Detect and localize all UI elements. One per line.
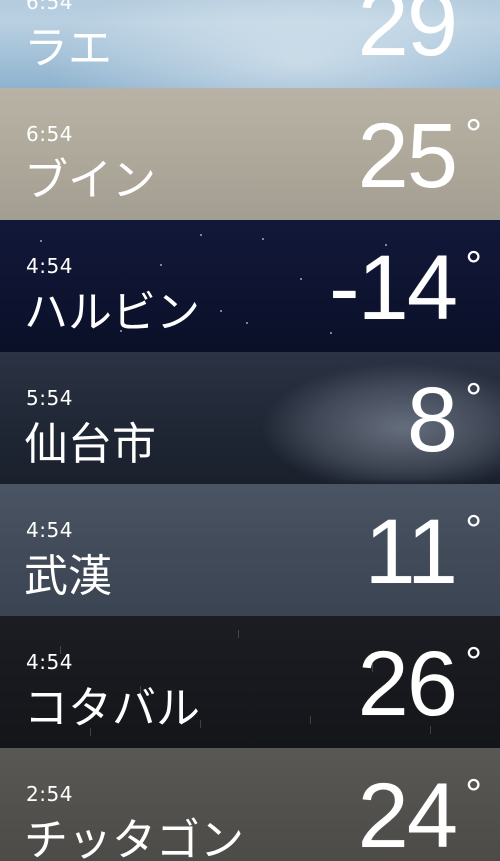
degree-symbol: °	[465, 0, 482, 25]
city-temperature: 24	[357, 765, 458, 861]
city-temperature: -14	[329, 237, 458, 339]
city-name: コタバル	[24, 683, 200, 734]
temperature-value: 25	[357, 105, 458, 207]
degree-symbol: °	[465, 110, 482, 157]
city-temperature: 25	[357, 105, 458, 207]
city-local-time: 4:54	[26, 650, 73, 674]
city-temperature: 8	[406, 369, 458, 471]
star-icon	[300, 278, 302, 280]
city-row-sendai[interactable]: 5:54 仙台市 8 °	[0, 352, 500, 484]
city-row-chittagong[interactable]: 2:54 チッタゴン 24 °	[0, 748, 500, 861]
temperature-value: 24	[357, 765, 458, 861]
city-name: ブイン	[24, 155, 156, 206]
city-local-time: 6:54	[26, 122, 73, 146]
city-local-time: 5:54	[26, 386, 73, 410]
city-name: ラエ	[24, 23, 112, 74]
city-local-time: 2:54	[26, 782, 73, 806]
weather-city-list[interactable]: 6:54 ラエ 29 ° 6:54 ブイン 25 ° 4:54 ハルビン -14…	[0, 0, 500, 861]
city-local-time: 4:54	[26, 254, 73, 278]
city-temperature: 29	[357, 0, 458, 75]
raindrop-icon	[238, 630, 239, 638]
city-local-time: 4:54	[26, 518, 73, 542]
star-icon	[160, 264, 162, 266]
city-row-lae[interactable]: 6:54 ラエ 29 °	[0, 0, 500, 88]
degree-symbol: °	[465, 242, 482, 289]
star-icon	[262, 238, 264, 240]
star-icon	[246, 322, 248, 324]
degree-symbol: °	[465, 638, 482, 685]
city-row-buin[interactable]: 6:54 ブイン 25 °	[0, 88, 500, 220]
raindrop-icon	[200, 720, 201, 728]
city-temperature: 26	[357, 633, 458, 735]
temperature-value: 26	[357, 633, 458, 735]
city-row-wuhan[interactable]: 4:54 武漢 11 °	[0, 484, 500, 616]
cloud-icon	[260, 362, 500, 482]
star-icon	[200, 234, 202, 236]
temperature-value: -14	[329, 237, 458, 339]
city-row-kota-bharu[interactable]: 4:54 コタバル 26 °	[0, 616, 500, 748]
star-icon	[40, 240, 42, 242]
city-name: 武漢	[24, 551, 112, 602]
degree-symbol: °	[465, 770, 482, 817]
city-name: 仙台市	[24, 419, 156, 470]
degree-symbol: °	[465, 506, 482, 553]
temperature-value: 11	[364, 501, 458, 603]
city-name: ハルビン	[24, 287, 200, 338]
temperature-value: 8	[406, 369, 458, 471]
temperature-value: 29	[357, 0, 458, 75]
raindrop-icon	[310, 716, 311, 724]
city-name: チッタゴン	[24, 815, 244, 861]
degree-symbol: °	[465, 374, 482, 421]
city-temperature: 11	[364, 501, 458, 603]
star-icon	[220, 310, 222, 312]
city-row-harbin[interactable]: 4:54 ハルビン -14 °	[0, 220, 500, 352]
